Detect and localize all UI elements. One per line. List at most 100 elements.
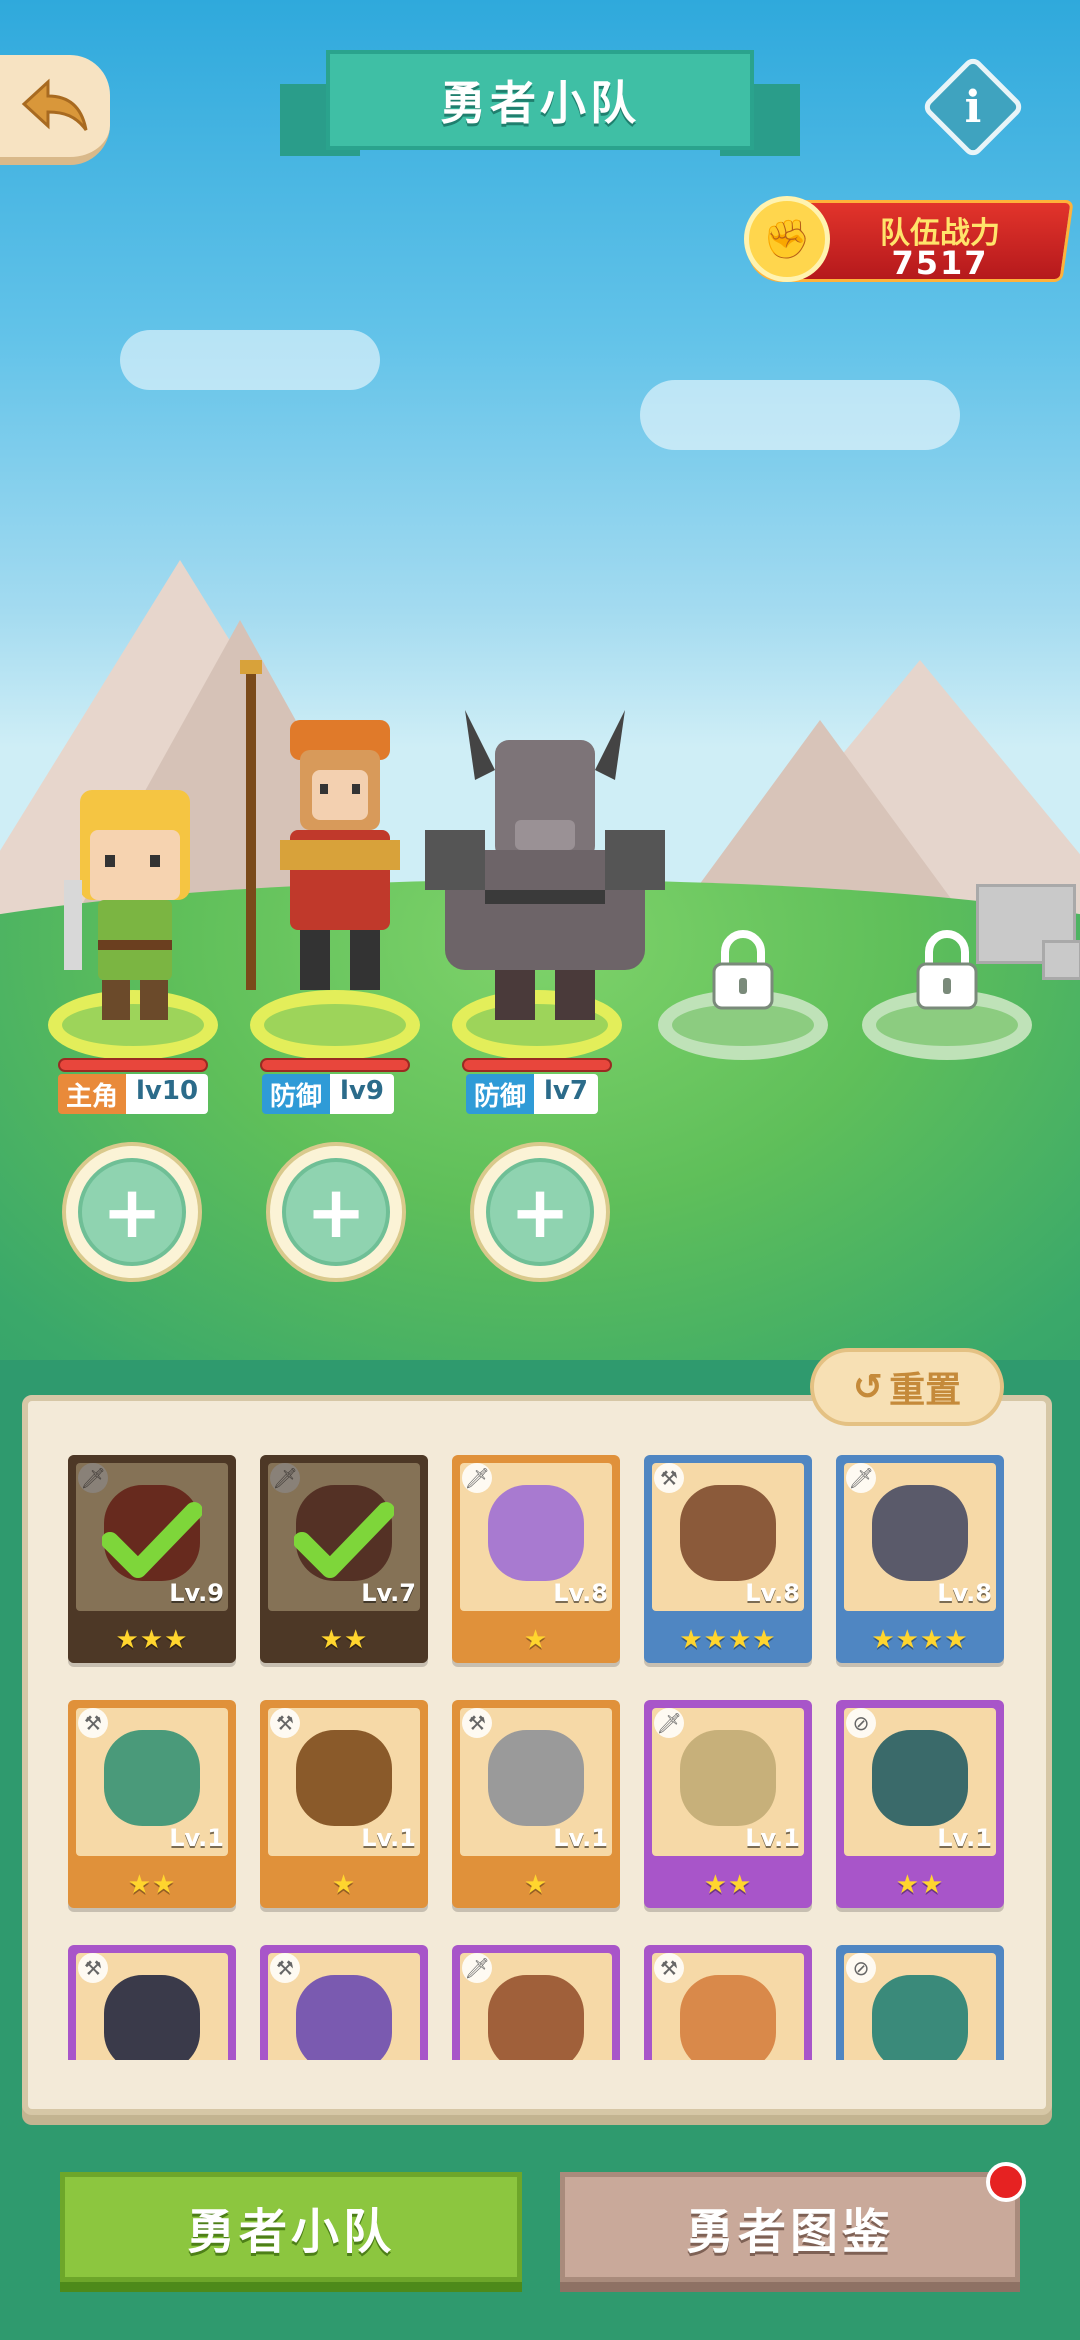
plus-icon: +	[78, 1158, 186, 1266]
pet-stars: ★★	[319, 1625, 369, 1655]
pet-face	[872, 1485, 968, 1581]
tab-codex[interactable]: 勇者图鉴	[560, 2172, 1020, 2282]
sword-icon: 🗡	[462, 1463, 492, 1493]
pet-card[interactable]: 🗡Lv.7★★	[260, 1455, 428, 1663]
sword-icon: 🗡	[846, 1463, 876, 1493]
hero-minotaur[interactable]	[405, 700, 685, 1030]
hammer-icon: ⚒	[270, 1953, 300, 1983]
team-power-value: 7517	[891, 244, 989, 282]
hp-bar	[462, 1058, 612, 1072]
plus-icon: +	[282, 1158, 390, 1266]
page-title: 勇者小队	[326, 50, 754, 150]
add-pet-button[interactable]: +	[470, 1142, 610, 1282]
reset-icon: ↺	[852, 1366, 884, 1408]
cloud	[640, 380, 960, 450]
roster-grid: 🗡Lv.9★★★🗡Lv.7★★🗡Lv.8★⚒Lv.8★★★★🗡Lv.8★★★★⚒…	[68, 1455, 1008, 2060]
notification-dot	[986, 2162, 1026, 2202]
pet-stars: ★★★★	[679, 1625, 777, 1655]
pet-face	[680, 1975, 776, 2060]
sword-icon: 🗡	[462, 1953, 492, 1983]
pet-level: Lv.1	[361, 1824, 416, 1852]
pet-level: Lv.1	[745, 1824, 800, 1852]
pet-card[interactable]: ⊘	[836, 1945, 1004, 2060]
pet-stars: ★★	[703, 1870, 753, 1900]
hp-bar	[260, 1058, 410, 1072]
title-banner: 勇者小队	[280, 50, 800, 170]
pet-level: Lv.7	[361, 1579, 416, 1607]
ring-icon: ⊘	[846, 1953, 876, 1983]
pet-card[interactable]: ⚒ Lv.1 ★	[260, 1700, 428, 1908]
hero-monkey-king[interactable]	[220, 660, 420, 1030]
pet-card[interactable]: 🗡 Lv.8 ★	[452, 1455, 620, 1663]
hammer-icon: ⚒	[654, 1463, 684, 1493]
pet-card[interactable]: ⚒ Lv.8 ★★★★	[644, 1455, 812, 1663]
pet-card[interactable]: 🗡 Lv.1 ★★	[644, 1700, 812, 1908]
lock-icon[interactable]	[912, 930, 982, 1010]
pet-stars: ★★★★	[871, 1625, 969, 1655]
fist-icon: ✊	[744, 196, 830, 282]
lock-icon[interactable]	[708, 930, 778, 1010]
pet-level: Lv.8	[553, 1579, 608, 1607]
hammer-icon: ⚒	[270, 1708, 300, 1738]
pet-stars: ★	[523, 1870, 549, 1900]
info-icon[interactable]: i	[936, 70, 1010, 144]
pet-face	[680, 1485, 776, 1581]
back-button[interactable]	[0, 55, 110, 165]
hero-level: lv10	[126, 1074, 209, 1114]
pet-card[interactable]: 🗡 Lv.8 ★★★★	[836, 1455, 1004, 1663]
hero-level: lv9	[330, 1074, 394, 1114]
stone-block	[1042, 940, 1080, 980]
pet-card[interactable]: ⚒ Lv.1 ★★	[68, 1700, 236, 1908]
ring-icon: ⊘	[846, 1708, 876, 1738]
back-arrow-icon	[21, 78, 88, 131]
pet-face	[488, 1485, 584, 1581]
pet-face	[104, 1975, 200, 2060]
tab-team[interactable]: 勇者小队	[60, 2172, 522, 2282]
hammer-icon: ⚒	[78, 1953, 108, 1983]
hammer-icon: ⚒	[654, 1953, 684, 1983]
hero-role-tag: 防御 lv9	[262, 1074, 394, 1114]
sword-icon: 🗡	[654, 1708, 684, 1738]
checkmark-icon	[294, 1502, 394, 1578]
pet-level: Lv.1	[937, 1824, 992, 1852]
hero-role: 主角	[58, 1074, 127, 1114]
pet-card[interactable]: 🗡	[452, 1945, 620, 2060]
pet-stars: ★	[331, 1870, 357, 1900]
pet-level: Lv.1	[169, 1824, 224, 1852]
cloud	[120, 330, 380, 390]
pet-face	[104, 1730, 200, 1826]
hp-bar	[58, 1058, 208, 1072]
pet-level: Lv.8	[937, 1579, 992, 1607]
pet-card[interactable]: ⚒	[644, 1945, 812, 2060]
hero-role-tag: 防御 lv7	[466, 1074, 598, 1114]
pet-stars: ★	[523, 1625, 549, 1655]
hero-role: 防御	[262, 1074, 331, 1114]
pet-face	[872, 1730, 968, 1826]
plus-icon: +	[486, 1158, 594, 1266]
pet-level: Lv.8	[745, 1579, 800, 1607]
hammer-icon: ⚒	[78, 1708, 108, 1738]
pet-stars: ★★	[127, 1870, 177, 1900]
pet-face	[872, 1975, 968, 2060]
pet-face	[488, 1975, 584, 2060]
pet-face	[488, 1730, 584, 1826]
reset-label: 重置	[889, 1370, 962, 1411]
pet-level: Lv.1	[553, 1824, 608, 1852]
add-pet-button[interactable]: +	[266, 1142, 406, 1282]
pet-card[interactable]: ⚒	[260, 1945, 428, 2060]
hero-blonde-swordsman[interactable]	[50, 760, 220, 1030]
hero-role-tag: 主角 lv10	[58, 1074, 209, 1114]
pet-card[interactable]: ⚒	[68, 1945, 236, 2060]
pet-card[interactable]: 🗡Lv.9★★★	[68, 1455, 236, 1663]
add-pet-button[interactable]: +	[62, 1142, 202, 1282]
reset-button[interactable]: ↺ 重置	[810, 1348, 1004, 1426]
hammer-icon: ⚒	[462, 1708, 492, 1738]
pet-card[interactable]: ⚒ Lv.1 ★	[452, 1700, 620, 1908]
pet-card[interactable]: ⊘ Lv.1 ★★	[836, 1700, 1004, 1908]
pet-face	[680, 1730, 776, 1826]
pet-level: Lv.9	[169, 1579, 224, 1607]
pet-face	[296, 1730, 392, 1826]
pet-stars: ★★★	[115, 1625, 189, 1655]
checkmark-icon	[102, 1502, 202, 1578]
hero-level: lv7	[534, 1074, 598, 1114]
